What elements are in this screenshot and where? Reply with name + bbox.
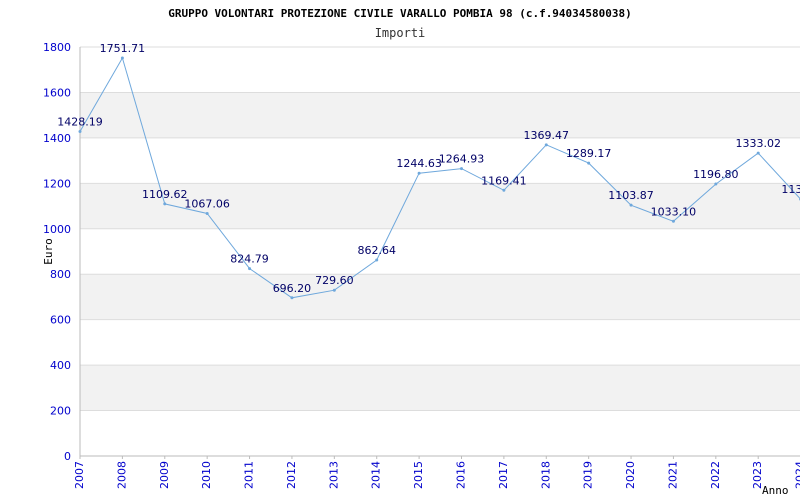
- data-point: [417, 171, 421, 175]
- data-point: [332, 288, 336, 292]
- data-point: [120, 56, 124, 60]
- x-tick-label: 2017: [497, 461, 510, 489]
- data-label: 696.20: [273, 282, 312, 295]
- x-axis-label: Anno: [762, 484, 789, 497]
- data-point: [714, 182, 718, 186]
- x-tick-label: 2007: [73, 461, 86, 489]
- data-label: 1428.19: [57, 115, 103, 128]
- grid-band: [80, 365, 800, 411]
- grid-band: [80, 92, 800, 138]
- data-label: 1369.47: [524, 129, 570, 142]
- data-label: 1751.71: [100, 42, 146, 55]
- x-tick-label: 2010: [200, 461, 213, 489]
- x-tick-label: 2024: [794, 461, 800, 489]
- data-point: [671, 219, 675, 223]
- y-tick-label: 400: [50, 359, 71, 372]
- chart-svg: GRUPPO VOLONTARI PROTEZIONE CIVILE VARAL…: [42, 7, 800, 497]
- x-tick-label: 2019: [582, 461, 595, 489]
- x-tick-label: 2009: [158, 461, 171, 489]
- data-point: [205, 212, 209, 216]
- x-tick-label: 2008: [115, 461, 128, 489]
- y-tick-label: 1000: [43, 223, 71, 236]
- x-tick-label: 2016: [454, 461, 467, 489]
- y-tick-label: 200: [50, 405, 71, 418]
- x-tick-label: 2015: [412, 461, 425, 489]
- data-label: 1130.2: [781, 183, 800, 196]
- data-point: [629, 203, 633, 207]
- data-labels: 1428.19 1751.71 1109.621067.06 824.79 696.20…: [57, 42, 800, 295]
- x-tick-label: 2011: [243, 461, 256, 489]
- x-tick-label: 2012: [285, 461, 298, 489]
- data-point: [587, 161, 591, 165]
- data-label: 1103.87: [608, 189, 654, 202]
- data-label: 729.60: [315, 274, 354, 287]
- y-tick-label: 0: [64, 450, 71, 463]
- y-tick-label: 1800: [43, 41, 71, 54]
- x-tick-label: 2014: [370, 461, 383, 489]
- data-point: [290, 296, 294, 300]
- x-tick-label: 2020: [624, 461, 637, 489]
- y-tick-label: 600: [50, 314, 71, 327]
- data-label: 1196.80: [693, 168, 739, 181]
- data-label: 1169.41: [481, 174, 527, 187]
- y-axis-label: Euro: [42, 238, 55, 265]
- data-label: 1244.63: [396, 157, 442, 170]
- data-point: [78, 129, 82, 133]
- data-label: 824.79: [230, 253, 269, 266]
- y-tick-label: 1600: [43, 86, 71, 99]
- data-point: [248, 267, 252, 271]
- data-label: 1333.02: [735, 137, 781, 150]
- x-tick-labels: 2007 2008 2009 2010 2011 2012 2013 2014 2015 2016…: [73, 461, 800, 489]
- data-label: 1067.06: [184, 198, 230, 211]
- line-chart: GRUPPO VOLONTARI PROTEZIONE CIVILE VARAL…: [0, 0, 800, 500]
- x-tick-label: 2021: [666, 461, 679, 489]
- data-point: [163, 202, 167, 206]
- y-tick-label: 800: [50, 268, 71, 281]
- grid-bands: [80, 92, 800, 411]
- data-label: 862.64: [357, 244, 396, 257]
- data-point: [502, 188, 506, 192]
- y-tick-label: 1400: [43, 132, 71, 145]
- x-tick-label: 2018: [539, 461, 552, 489]
- grid-band: [80, 274, 800, 320]
- data-label: 1289.17: [566, 147, 612, 160]
- chart-title: GRUPPO VOLONTARI PROTEZIONE CIVILE VARAL…: [168, 7, 632, 20]
- data-point: [459, 167, 463, 171]
- x-tick-label: 2022: [709, 461, 722, 489]
- y-tick-label: 1200: [43, 177, 71, 190]
- x-tick-label: 2013: [327, 461, 340, 489]
- data-point: [756, 151, 760, 155]
- data-label: 1264.93: [439, 153, 485, 166]
- chart-subtitle: Importi: [375, 26, 426, 40]
- data-label: 1109.62: [142, 188, 188, 201]
- data-label: 1033.10: [651, 205, 697, 218]
- data-point: [375, 258, 379, 262]
- data-point: [544, 143, 548, 147]
